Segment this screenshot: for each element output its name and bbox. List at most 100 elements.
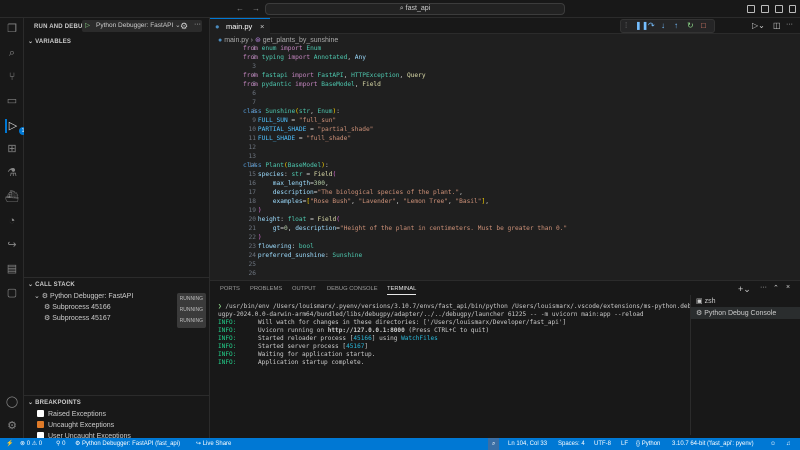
- code-line[interactable]: 8 class Sunshine(str, Enum):: [210, 108, 730, 117]
- code-line[interactable]: 25: [210, 261, 730, 270]
- breakpoints-header[interactable]: ⌄ BREAKPOINTS: [24, 396, 210, 409]
- toggle-panel-icon[interactable]: [761, 5, 769, 13]
- code-line[interactable]: 24 preferred_sunshine: Sunshine: [210, 252, 730, 261]
- gear-icon[interactable]: ⚙: [180, 21, 188, 32]
- run-and-debug-icon[interactable]: ▷ 1: [5, 119, 27, 135]
- explorer-icon[interactable]: ❐: [5, 22, 19, 36]
- tab-main-py[interactable]: ● main.py ×: [210, 18, 270, 34]
- tab-terminal[interactable]: TERMINAL: [387, 286, 417, 295]
- code-line[interactable]: 17 description="The biological species o…: [210, 189, 730, 198]
- editor[interactable]: 1 from enum import Enum 2 from typing impor…: [210, 34, 800, 280]
- toggle-secondary-sidebar-icon[interactable]: [775, 5, 783, 13]
- live-share-icon[interactable]: ↪: [5, 238, 19, 252]
- code-line[interactable]: 12: [210, 144, 730, 153]
- remote-icon[interactable]: ⚡: [6, 438, 13, 450]
- accounts-icon[interactable]: ☺: [770, 438, 776, 450]
- database-icon[interactable]: ▤: [5, 262, 19, 276]
- terminal-output[interactable]: ❯ /usr/bin/env /Users/louismarx/.pyenv/v…: [218, 303, 693, 367]
- drag-handle-icon[interactable]: ⁞: [625, 21, 627, 30]
- live-share-status[interactable]: ↪ Live Share: [196, 438, 231, 450]
- terminal-item-python-debug-console[interactable]: ⚙ Python Debug Console: [691, 307, 800, 319]
- close-tab-icon[interactable]: ×: [260, 19, 264, 34]
- code-line[interactable]: 13: [210, 153, 730, 162]
- code-line[interactable]: 15 species: str = Field(: [210, 171, 730, 180]
- code-line[interactable]: 14 class Plant(BaseModel):: [210, 162, 730, 171]
- line-ending[interactable]: LF: [621, 438, 628, 450]
- code-line[interactable]: 3: [210, 63, 730, 72]
- code-line[interactable]: 23 flowering: bool: [210, 243, 730, 252]
- back-arrow-icon[interactable]: ←: [236, 4, 244, 13]
- breakpoint-uncaught-exceptions[interactable]: Uncaught Exceptions: [24, 420, 210, 431]
- ports-status[interactable]: ⚲ 0: [56, 438, 65, 450]
- code-line[interactable]: 5 from pydantic import BaseModel, Field: [210, 81, 730, 90]
- pause-icon[interactable]: ❚❚: [635, 21, 648, 30]
- start-debugging-icon[interactable]: ▷: [85, 20, 90, 32]
- extensions-icon[interactable]: ⊞: [5, 142, 19, 156]
- code-line[interactable]: 21 gt=0, description="Height of the plan…: [210, 225, 730, 234]
- terminal-item-zsh[interactable]: ▣ zsh: [691, 295, 800, 307]
- more-actions-icon[interactable]: ···: [194, 21, 201, 28]
- forward-arrow-icon[interactable]: →: [252, 4, 260, 13]
- code-line[interactable]: 11 FULL_SHADE = "full_shade": [210, 135, 730, 144]
- call-stack-item[interactable]: ⚙ Subprocess 45167 RUNNING: [24, 313, 210, 328]
- breadcrumb-symbol[interactable]: get_plants_by_sunshine: [263, 37, 339, 44]
- code-line[interactable]: 7: [210, 99, 730, 108]
- code-line[interactable]: 6: [210, 90, 730, 99]
- search-icon[interactable]: ⌕: [5, 46, 19, 60]
- more-actions-icon[interactable]: ···: [786, 21, 793, 28]
- settings-gear-icon[interactable]: ⚙: [5, 419, 19, 433]
- notifications-icon[interactable]: ♫: [786, 438, 791, 450]
- code-line[interactable]: 18 examples=["Rose Bush", "Lavender", "L…: [210, 198, 730, 207]
- tab-problems[interactable]: PROBLEMS: [250, 286, 282, 292]
- checkbox-checked[interactable]: [37, 421, 44, 428]
- code-line[interactable]: 26: [210, 270, 730, 279]
- code-line[interactable]: 19 ): [210, 207, 730, 216]
- step-out-icon[interactable]: ↑: [674, 21, 678, 30]
- new-terminal-icon[interactable]: +⌄: [738, 284, 751, 295]
- checkbox[interactable]: [37, 410, 44, 417]
- docker-icon[interactable]: ⛴: [5, 190, 19, 204]
- source-control-icon[interactable]: ⑂: [5, 70, 19, 84]
- breadcrumb-file[interactable]: main.py: [224, 37, 249, 44]
- tab-debug-console[interactable]: DEBUG CONSOLE: [327, 286, 378, 292]
- call-stack-header[interactable]: ⌄ CALL STACK: [24, 278, 210, 291]
- more-actions-icon[interactable]: ···: [760, 284, 767, 291]
- customize-layout-icon[interactable]: [789, 5, 796, 13]
- debug-status[interactable]: ⚙ Python Debugger: FastAPI (fast_api): [75, 438, 180, 450]
- close-panel-icon[interactable]: ×: [786, 284, 790, 291]
- restart-icon[interactable]: ↻: [687, 21, 694, 30]
- problems-status[interactable]: ⊗ 0 ⚠ 0: [20, 438, 42, 450]
- split-editor-icon[interactable]: ◫: [773, 21, 781, 30]
- gitlens-icon[interactable]: ◔: [5, 214, 19, 228]
- code-line[interactable]: 20 height: float = Field(: [210, 216, 730, 225]
- call-stack-item[interactable]: ⌄ ⚙ Python Debugger: FastAPI RUNNING: [24, 291, 210, 306]
- zoom-icon[interactable]: ⌕: [488, 438, 500, 450]
- code-line[interactable]: 2 from typing import Annotated, Any: [210, 54, 730, 63]
- code-line[interactable]: 9 FULL_SUN = "full_sun": [210, 117, 730, 126]
- variables-section-header[interactable]: ⌄ VARIABLES: [28, 38, 71, 45]
- python-interpreter[interactable]: 3.10.7 64-bit ('fast_api': pyenv): [672, 438, 754, 450]
- account-icon[interactable]: ◯: [5, 395, 19, 409]
- code-line[interactable]: 16 max_length=300,: [210, 180, 730, 189]
- encoding[interactable]: UTF-8: [594, 438, 611, 450]
- indentation[interactable]: Spaces: 4: [558, 438, 585, 450]
- code-line[interactable]: 4 from fastapi import FastAPI, HTTPExcept…: [210, 72, 730, 81]
- breakpoint-raised-exceptions[interactable]: Raised Exceptions: [24, 409, 210, 420]
- language-mode[interactable]: {} Python: [636, 438, 660, 450]
- tab-ports[interactable]: PORTS: [220, 286, 240, 292]
- run-python-file-icon[interactable]: ▷⌄: [752, 21, 765, 30]
- tab-output[interactable]: OUTPUT: [292, 286, 316, 292]
- command-center-search[interactable]: ⌕ fast_api: [265, 3, 565, 15]
- stop-icon[interactable]: □: [701, 21, 706, 30]
- maximize-panel-icon[interactable]: ⌃: [773, 284, 779, 292]
- call-stack-item[interactable]: ⚙ Subprocess 45166 RUNNING: [24, 302, 210, 317]
- comments-icon[interactable]: ▢: [5, 286, 19, 300]
- cursor-position[interactable]: Ln 104, Col 33: [508, 438, 547, 450]
- toggle-primary-sidebar-icon[interactable]: [747, 5, 755, 13]
- code-line[interactable]: 10 PARTIAL_SHADE = "partial_shade": [210, 126, 730, 135]
- step-over-icon[interactable]: ↷: [648, 21, 655, 30]
- code-line[interactable]: 22 ): [210, 234, 730, 243]
- remote-explorer-icon[interactable]: ▭: [5, 94, 19, 108]
- step-into-icon[interactable]: ↓: [661, 21, 665, 30]
- testing-icon[interactable]: ⚗: [5, 166, 19, 180]
